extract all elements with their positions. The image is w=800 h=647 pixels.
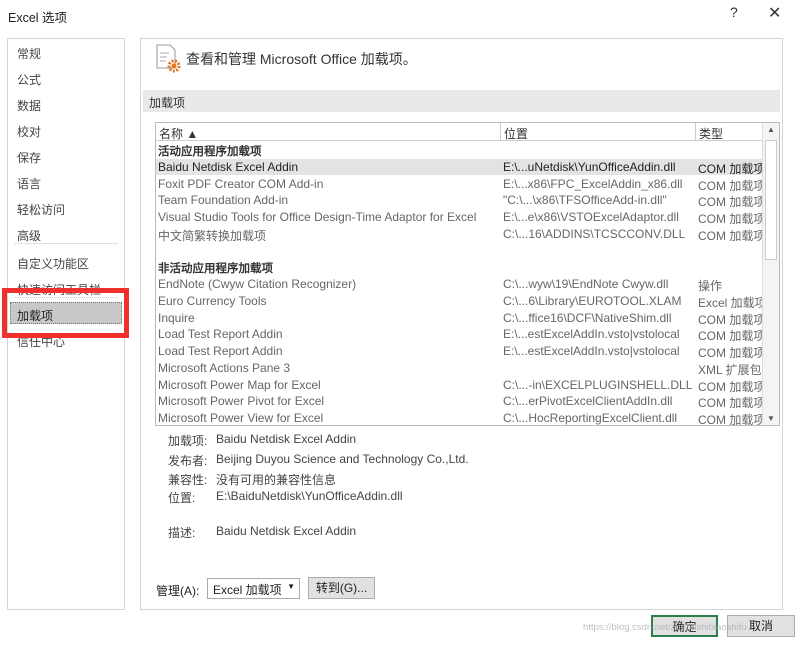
- cell-type: COM 加载项: [698, 228, 766, 243]
- scroll-down-icon[interactable]: ▼: [767, 414, 775, 423]
- cell-location: C:\...HocReportingExcelClient.dll: [503, 411, 678, 425]
- cell-location: C:\...16\ADDINS\TCSCCONV.DLL: [503, 226, 686, 241]
- cell-location: C:\...-in\EXCELPLUGINSHELL.DLL: [503, 377, 693, 392]
- cell-name: Microsoft Actions Pane 3: [158, 360, 291, 375]
- table-row[interactable]: Team Foundation Add-in "C:\...\x86\TFSOff…: [156, 192, 766, 210]
- sidebar-item[interactable]: 保存: [17, 149, 41, 166]
- cell-location: C:\...6\Library\EUROTOOL.XLAM: [503, 293, 682, 308]
- manage-label: 管理(A):: [156, 584, 200, 598]
- chevron-down-icon: ▼: [287, 582, 295, 591]
- sidebar-item[interactable]: 校对: [17, 123, 41, 140]
- cell-name: Microsoft Power Pivot for Excel: [158, 394, 325, 409]
- detail-compat: 没有可用的兼容性信息: [216, 473, 337, 487]
- sidebar-item[interactable]: 语言: [17, 175, 41, 192]
- section-header: 加载项: [143, 90, 780, 112]
- table-row[interactable]: Microsoft Power Map for Excel C:\...-in\E…: [156, 377, 766, 394]
- watermark: https://blog.csdn.net/zhebushibiaoshifu: [583, 622, 747, 633]
- cell-name: Baidu Netdisk Excel Addin: [158, 159, 299, 174]
- cell-type: COM 加载项: [698, 195, 766, 210]
- detail-publisher-label: 发布者:: [168, 454, 208, 468]
- cell-name: Load Test Report Addin: [158, 344, 283, 358]
- page-heading: 查看和管理 Microsoft Office 加载项。: [186, 51, 417, 67]
- cell-location: C:\...erPivotExcelClientAddIn.dll: [503, 394, 673, 409]
- table-row[interactable]: EndNote (Cwyw Citation Recognizer) C:\...…: [156, 276, 763, 293]
- cell-location: E:\...x86\FPC_ExcelAddin_x86.dll: [503, 176, 683, 191]
- sidebar-item[interactable]: 常规: [17, 45, 41, 62]
- table-row[interactable]: Foxit PDF Creator COM Add-in E:\...x86\FP…: [156, 176, 766, 193]
- sidebar-item[interactable]: 高级: [17, 227, 41, 244]
- cell-location: E:\...estExcelAddIn.vsto|vstolocal: [503, 344, 680, 358]
- table-row[interactable]: Load Test Report Addin E:\...estExcelAddI…: [156, 343, 766, 360]
- cell-name: Microsoft Power View for Excel: [158, 411, 324, 425]
- go-button[interactable]: 转到(G)...: [308, 577, 375, 599]
- detail-publisher: Beijing Duyou Science and Technology Co.…: [216, 452, 469, 466]
- group-header: 活动应用程序加载项: [158, 146, 262, 158]
- cell-type: 操作: [698, 279, 723, 293]
- cell-type: XML 扩展包: [698, 362, 762, 377]
- detail-location-label: 位置:: [168, 491, 196, 505]
- table-row[interactable]: Baidu Netdisk Excel Addin E:\...uNetdisk\…: [156, 158, 766, 176]
- cell-location: E:\...estExcelAddIn.vsto|vstolocal: [503, 327, 680, 342]
- cell-location: C:\...ffice16\DCF\NativeShim.dll: [503, 310, 672, 325]
- scrollbar-thumb[interactable]: [765, 140, 777, 260]
- cell-name: Inquire: [158, 310, 195, 325]
- cell-type: COM 加载项: [698, 379, 766, 394]
- cell-location: E:\...uNetdisk\YunOfficeAddin.dll: [503, 159, 676, 174]
- scrollbar[interactable]: ▲ ▼: [762, 123, 779, 425]
- cell-location: C:\...wyw\19\EndNote Cwyw.dll: [503, 277, 669, 291]
- table-row[interactable]: Microsoft Power View for Excel C:\...HocR…: [156, 410, 766, 427]
- table-row[interactable]: Inquire C:\...ffice16\DCF\NativeShim.dll C…: [156, 310, 766, 327]
- column-header-type[interactable]: 类型: [696, 123, 764, 141]
- cell-name: Foxit PDF Creator COM Add-in: [158, 176, 324, 191]
- group-header: 非活动应用程序加载项: [158, 263, 273, 276]
- sidebar-item[interactable]: 轻松访问: [17, 201, 65, 218]
- detail-desc-label: 描述:: [168, 526, 196, 540]
- detail-desc: Baidu Netdisk Excel Addin: [216, 524, 357, 538]
- sidebar-item[interactable]: 数据: [17, 97, 41, 114]
- cell-name: Microsoft Power Map for Excel: [158, 377, 321, 392]
- table-row[interactable]: Euro Currency Tools C:\...6\Library\EUROT…: [156, 293, 767, 310]
- manage-select[interactable]: Excel 加载项 ▼: [207, 578, 300, 599]
- cell-type: COM 加载项: [698, 329, 766, 344]
- detail-addin-label: 加载项:: [168, 434, 208, 448]
- cell-type: COM 加载项: [698, 161, 766, 176]
- cell-name: 中文简繁转换加载项: [158, 228, 267, 243]
- highlight-box: [2, 288, 129, 338]
- column-header-name[interactable]: 名称 ▲: [156, 123, 501, 141]
- cell-name: Load Test Report Addin: [158, 327, 283, 342]
- cell-type: COM 加载项: [698, 346, 766, 360]
- manage-select-value: Excel 加载项: [213, 583, 282, 597]
- cell-location: "C:\...\x86\TFSOfficeAdd-in.dll": [503, 193, 667, 208]
- cell-name: Visual Studio Tools for Office Design-Ti…: [158, 210, 477, 224]
- scroll-up-icon[interactable]: ▲: [767, 125, 775, 134]
- addin-settings-icon: [156, 44, 181, 73]
- detail-location: E:\BaiduNetdisk\YunOfficeAddin.dll: [216, 489, 403, 503]
- column-header-location[interactable]: 位置: [501, 123, 696, 141]
- cell-type: COM 加载项: [698, 396, 766, 411]
- help-button[interactable]: ?: [730, 4, 738, 20]
- table-row[interactable]: Microsoft Power Pivot for Excel C:\...erP…: [156, 393, 766, 411]
- cell-name: EndNote (Cwyw Citation Recognizer): [158, 277, 357, 291]
- cell-type: COM 加载项: [698, 413, 766, 427]
- table-row[interactable]: Load Test Report Addin E:\...estExcelAddI…: [156, 326, 766, 344]
- table-row[interactable]: Microsoft Actions Pane 3 XML 扩展包: [156, 360, 763, 377]
- close-button[interactable]: ✕: [768, 3, 781, 23]
- table-row[interactable]: 中文简繁转换加载项 C:\...16\ADDINS\TCSCCONV.DLL COM…: [156, 226, 766, 243]
- window-title: Excel 选项: [8, 11, 68, 25]
- cell-type: COM 加载项: [698, 212, 766, 226]
- detail-compat-label: 兼容性:: [168, 473, 208, 487]
- cell-type: COM 加载项: [698, 178, 766, 193]
- table-row[interactable]: Visual Studio Tools for Office Design-Ti…: [156, 209, 766, 226]
- sidebar-item[interactable]: 自定义功能区: [17, 255, 89, 272]
- cell-name: Euro Currency Tools: [158, 293, 267, 308]
- cell-name: Team Foundation Add-in: [158, 193, 289, 208]
- detail-addin: Baidu Netdisk Excel Addin: [216, 432, 357, 446]
- cell-location: E:\...e\x86\VSTOExcelAdaptor.dll: [503, 210, 679, 224]
- sidebar-item[interactable]: 公式: [17, 71, 41, 88]
- addins-table: 名称 ▲ 位置 类型 活动应用程序加载项 Baidu Netdisk Excel …: [155, 122, 780, 427]
- cell-type: COM 加载项: [698, 312, 766, 327]
- cell-type: Excel 加载项: [698, 295, 767, 310]
